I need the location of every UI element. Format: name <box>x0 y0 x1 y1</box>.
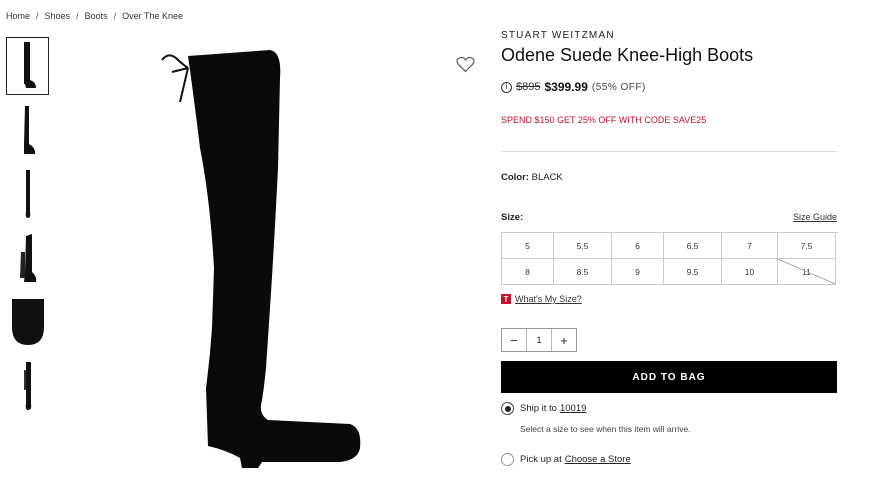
discount-percent: (55% OFF) <box>591 81 646 93</box>
thumbnail-front-view[interactable] <box>6 101 49 159</box>
thumbnail-back-view[interactable] <box>6 165 49 223</box>
boot-thumbnail-image <box>11 299 44 345</box>
size-option[interactable]: 6 <box>612 233 664 259</box>
t-badge-icon: T <box>501 294 511 304</box>
size-option[interactable]: 8 <box>502 259 554 285</box>
info-icon[interactable]: i <box>501 81 512 93</box>
quantity-stepper: − 1 + <box>501 328 577 352</box>
size-guide-link[interactable]: Size Guide <box>793 212 837 223</box>
price-row: i $895 $399.99 (55% OFF) <box>501 80 837 94</box>
size-option[interactable]: 5 <box>502 233 554 259</box>
size-option[interactable]: 11 <box>778 259 836 285</box>
breadcrumb-separator: / <box>113 11 117 21</box>
thumbnail-sole-view[interactable] <box>6 357 49 415</box>
size-option[interactable]: 9 <box>612 259 664 285</box>
size-header: Size: Size Guide <box>501 212 837 223</box>
boot-thumbnail-image <box>23 362 31 410</box>
whats-my-size-link[interactable]: What's My Size? <box>515 294 582 304</box>
breadcrumb-over-the-knee[interactable]: Over The Knee <box>122 11 183 21</box>
pickup-label: Pick up at <box>520 454 562 465</box>
breadcrumb-home[interactable]: Home <box>6 11 30 21</box>
boot-thumbnail-image <box>23 106 35 154</box>
size-option[interactable]: 8.5 <box>554 259 612 285</box>
radio-selected-icon[interactable] <box>501 402 514 415</box>
size-label: Size: <box>501 212 524 223</box>
sale-price: $399.99 <box>544 80 588 94</box>
choose-store-link[interactable]: Choose a Store <box>565 454 631 465</box>
color-row: Color: BLACK <box>501 172 837 183</box>
ship-note: Select a size to see when this item will… <box>520 424 691 434</box>
size-option[interactable]: 7.5 <box>778 233 836 259</box>
size-option[interactable]: 9.5 <box>664 259 722 285</box>
pickup-option[interactable]: Pick up at Choose a Store <box>501 453 837 466</box>
boot-thumbnail-image <box>23 42 36 88</box>
size-option[interactable]: 7 <box>722 233 778 259</box>
breadcrumb: Home / Shoes / Boots / Over The Knee <box>6 11 183 21</box>
size-option[interactable]: 10 <box>722 259 778 285</box>
quantity-decrease-button[interactable]: − <box>502 329 526 351</box>
thumbnail-detail-view[interactable] <box>6 293 49 351</box>
product-title: Odene Suede Knee-High Boots <box>501 45 754 65</box>
quantity-increase-button[interactable]: + <box>552 329 576 351</box>
zip-code-link[interactable]: 10019 <box>560 403 586 414</box>
brand-name[interactable]: STUART WEITZMAN <box>501 30 837 41</box>
breadcrumb-separator: / <box>76 11 79 21</box>
thumbnail-pair-view[interactable] <box>6 229 49 287</box>
thumbnail-list <box>6 37 49 421</box>
color-label: Color: <box>501 172 529 183</box>
ship-label: Ship it to <box>520 403 557 414</box>
boot-thumbnail-image <box>25 170 30 218</box>
breadcrumb-separator: / <box>36 11 39 21</box>
size-option[interactable]: 6.5 <box>664 233 722 259</box>
original-price: $895 <box>516 81 541 93</box>
product-main-image[interactable] <box>150 48 380 473</box>
divider <box>501 151 837 152</box>
promo-message: SPEND $150 GET 25% OFF WITH CODE SAVE25 <box>501 115 707 125</box>
product-info: STUART WEITZMAN Odene Suede Knee-High Bo… <box>501 30 838 466</box>
ship-option[interactable]: Ship it to 10019 <box>501 402 837 415</box>
breadcrumb-shoes[interactable]: Shoes <box>45 11 71 21</box>
heart-icon[interactable] <box>456 56 475 73</box>
breadcrumb-boots[interactable]: Boots <box>85 11 108 21</box>
whats-my-size-row: T What's My Size? <box>501 294 837 304</box>
size-grid: 5 5.5 6 6.5 7 7.5 8 8.5 9 9.5 10 11 <box>501 232 838 285</box>
thumbnail-side-view[interactable] <box>6 37 49 95</box>
radio-empty-icon[interactable] <box>501 453 514 466</box>
size-option[interactable]: 5.5 <box>554 233 612 259</box>
boot-thumbnail-image <box>19 234 36 282</box>
add-to-bag-button[interactable]: ADD TO BAG <box>501 361 837 393</box>
color-value: BLACK <box>531 172 563 183</box>
quantity-value[interactable]: 1 <box>526 329 552 351</box>
